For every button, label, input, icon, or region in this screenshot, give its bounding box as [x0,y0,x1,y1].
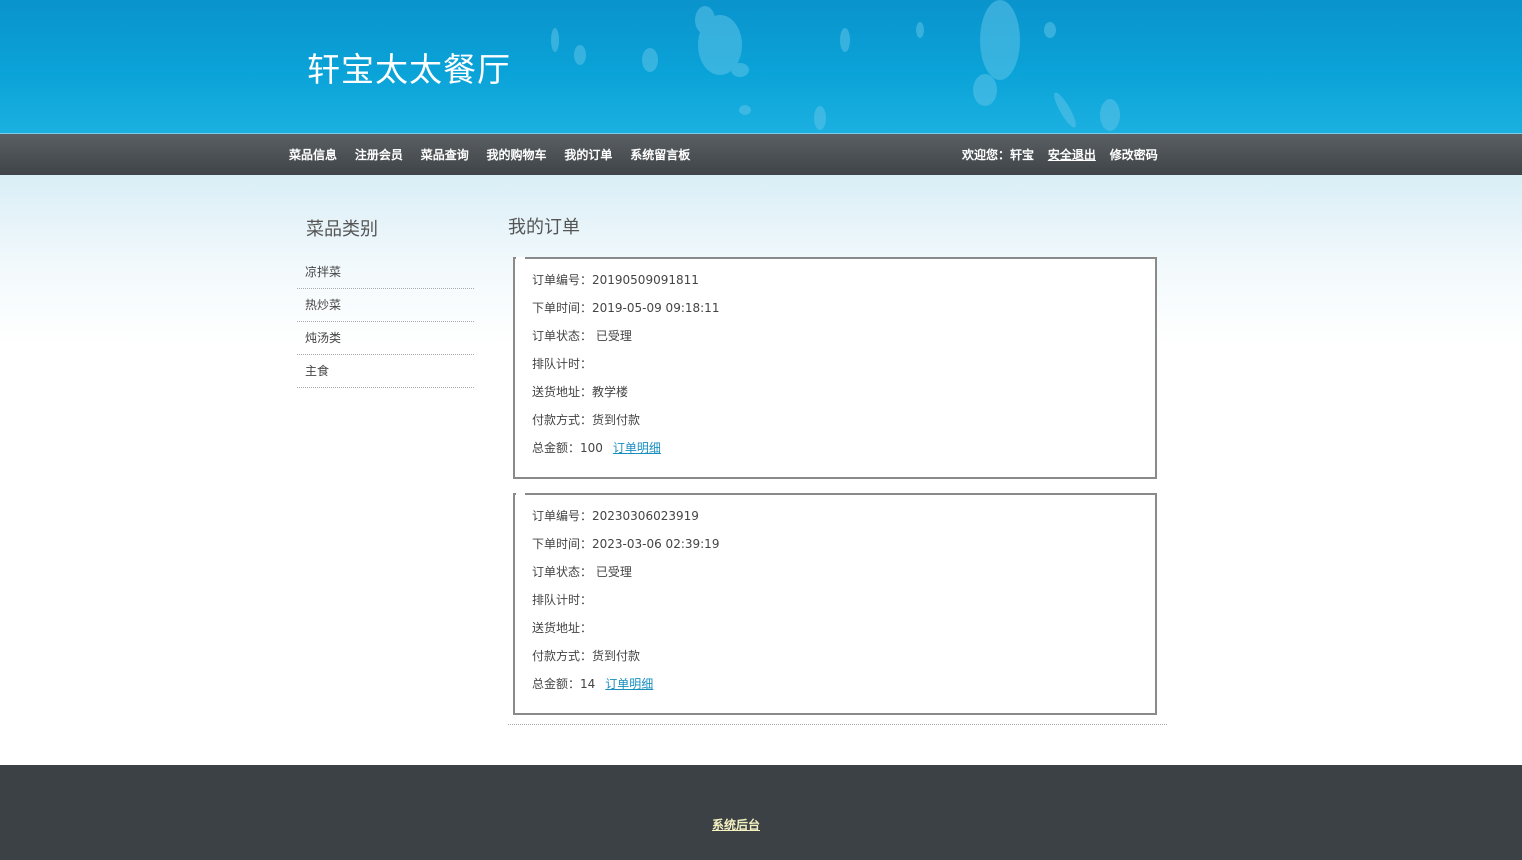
order-total-row: 总金额：100 订单明细 [532,439,1155,467]
site-footer: 系统后台 [0,765,1522,860]
main-content: 我的订单 订单编号：20190509091811 下单时间：2019-05-09… [508,214,1167,729]
order-time: 下单时间：2019-05-09 09:18:11 [532,301,720,315]
nav-link-my-orders[interactable]: 我的订单 [564,148,612,162]
sidebar-title: 菜品类别 [306,219,378,240]
welcome-text: 欢迎您：轩宝 [962,148,1035,162]
order-card: 订单编号：20230306023919 下单时间：2023-03-06 02:3… [513,493,1157,715]
nav-item-cart: 我的购物车 [487,146,547,163]
nav-link-dish-info[interactable]: 菜品信息 [289,148,337,162]
order-time: 下单时间：2023-03-06 02:39:19 [532,537,720,551]
nav-item-message-board: 系统留言板 [630,146,690,163]
order-detail-link[interactable]: 订单明细 [605,677,653,691]
nav-link-dish-search[interactable]: 菜品查询 [421,148,469,162]
site-title: 轩宝太太餐厅 [307,50,511,89]
nav-item-dish-search: 菜品查询 [421,146,469,163]
order-status: 订单状态： 已受理 [532,329,632,343]
category-item-soups[interactable]: 炖汤类 [297,322,474,355]
content-divider [508,724,1167,725]
nav-item-dish-info: 菜品信息 [289,146,337,163]
category-item-cold-dishes[interactable]: 凉拌菜 [297,256,474,289]
logout-link[interactable]: 安全退出 [1048,148,1096,162]
order-status: 订单状态： 已受理 [532,565,632,579]
order-total: 总金额：100 [532,441,603,455]
page-title: 我的订单 [508,217,580,238]
category-item-staple-food[interactable]: 主食 [297,355,474,388]
order-detail-link[interactable]: 订单明细 [613,441,661,455]
user-area: 欢迎您：轩宝 安全退出 修改密码 [962,146,1158,163]
order-total-row: 总金额：14 订单明细 [532,675,1155,703]
order-card: 订单编号：20190509091811 下单时间：2019-05-09 09:1… [513,257,1157,479]
admin-link[interactable]: 系统后台 [712,816,760,833]
order-payment: 付款方式：货到付款 [532,413,641,427]
nav-link-message-board[interactable]: 系统留言板 [630,148,690,162]
order-number: 订单编号：20190509091811 [532,273,699,287]
order-queue-timer: 排队计时： [532,357,593,371]
nav-item-register: 注册会员 [355,146,403,163]
nav-menu: 菜品信息 注册会员 菜品查询 我的购物车 我的订单 系统留言板 [289,146,704,163]
order-queue-timer: 排队计时： [532,593,593,607]
change-password-link[interactable]: 修改密码 [1110,148,1158,162]
category-item-stir-fry[interactable]: 热炒菜 [297,289,474,322]
order-total: 总金额：14 [532,677,596,691]
site-header: 轩宝太太餐厅 [0,0,1522,133]
order-number: 订单编号：20230306023919 [532,509,699,523]
order-payment: 付款方式：货到付款 [532,649,641,663]
category-sidebar: 菜品类别 凉拌菜 热炒菜 炖汤类 主食 [297,218,474,388]
ink-splash-decoration [551,0,1120,131]
nav-item-my-orders: 我的订单 [564,146,612,163]
main-navbar: 菜品信息 注册会员 菜品查询 我的购物车 我的订单 系统留言板 欢迎您：轩宝 安… [0,133,1522,175]
nav-link-register[interactable]: 注册会员 [355,148,403,162]
nav-link-cart[interactable]: 我的购物车 [487,148,547,162]
order-address: 送货地址：教学楼 [532,385,629,399]
order-address: 送货地址： [532,621,593,635]
